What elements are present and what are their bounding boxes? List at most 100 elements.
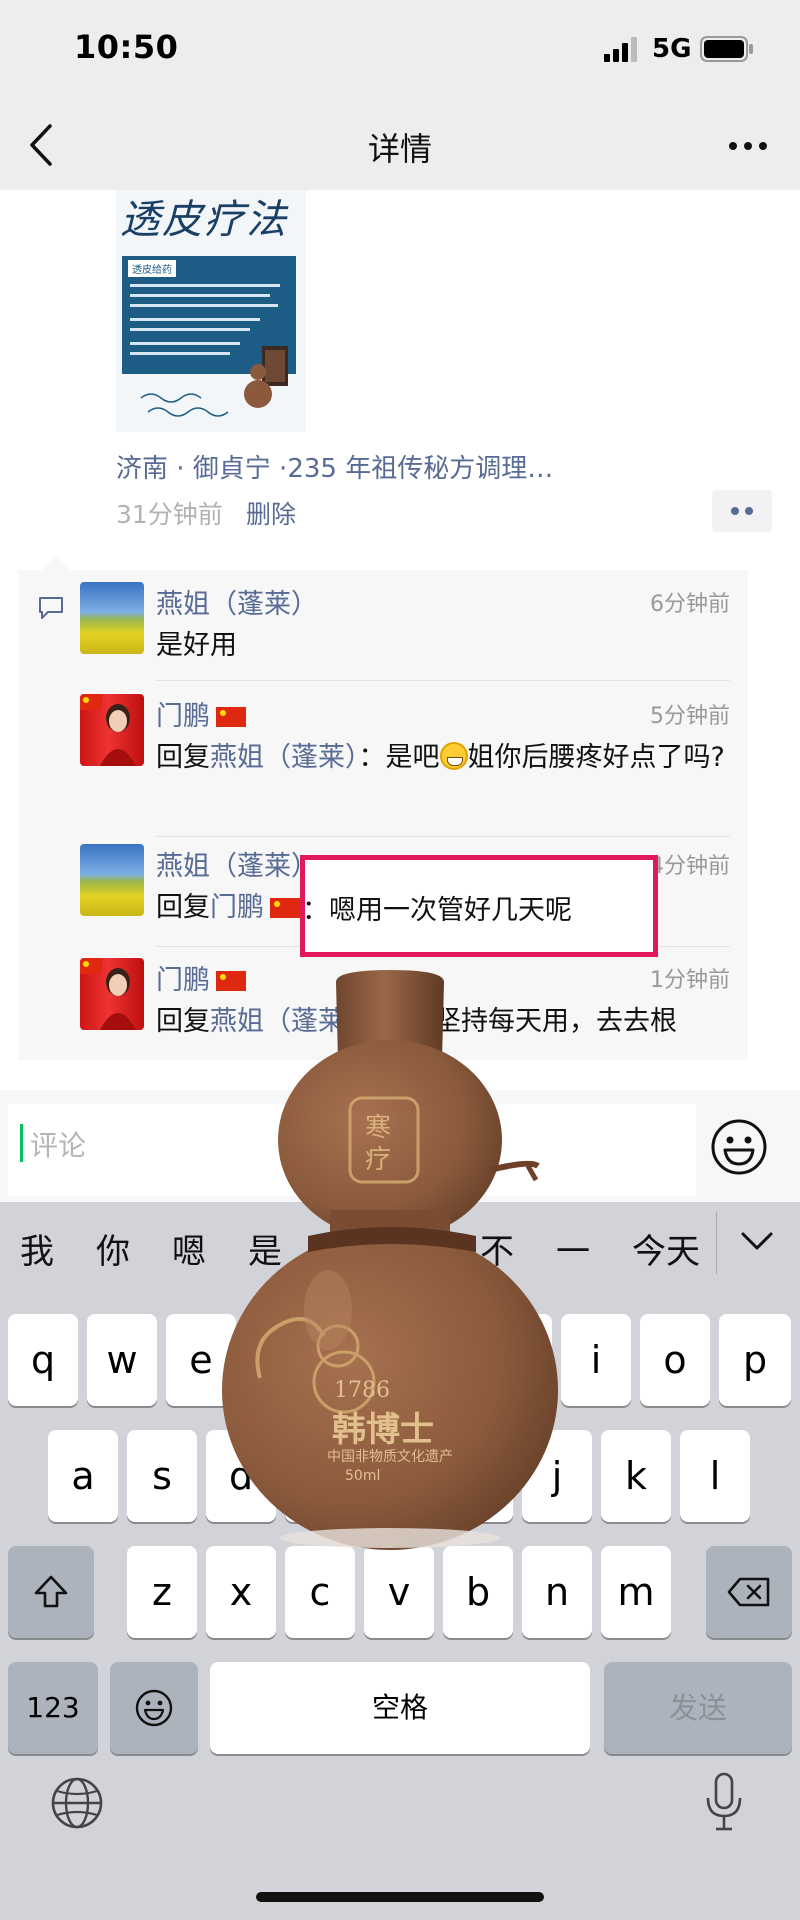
- comment-time: 6分钟前: [650, 592, 730, 617]
- reply-prefix: 回复: [156, 892, 210, 923]
- key-z[interactable]: z: [127, 1546, 197, 1638]
- emoji-icon[interactable]: [710, 1118, 768, 1176]
- reply-target-name[interactable]: 燕姐（蓬莱）: [210, 742, 359, 773]
- key-x[interactable]: x: [206, 1546, 276, 1638]
- emoji-key[interactable]: [110, 1662, 198, 1754]
- battery-icon: [700, 36, 753, 62]
- reply-target-name[interactable]: 门鹏: [210, 892, 264, 923]
- commenter-name[interactable]: 燕姐（蓬莱）: [156, 582, 318, 621]
- key-m[interactable]: m: [601, 1546, 671, 1638]
- key-i[interactable]: i: [561, 1314, 631, 1406]
- key-s[interactable]: s: [127, 1430, 197, 1522]
- poster-text-line: [130, 342, 240, 345]
- nav-bar: 详情: [0, 100, 800, 190]
- candidate-word[interactable]: 你: [96, 1224, 130, 1273]
- status-time: 10:50: [74, 28, 179, 66]
- comment-item[interactable]: 燕姐（蓬莱） 6分钟前 是好用: [80, 582, 730, 672]
- delete-link[interactable]: 删除: [246, 495, 296, 531]
- avatar-portrait-icon: [80, 694, 136, 766]
- commenter-name[interactable]: 门鹏: [156, 694, 246, 733]
- comment-divider: [156, 836, 730, 837]
- poster-text-line: [130, 284, 280, 287]
- poster-bottle-image: [244, 346, 288, 408]
- comment-time: 4分钟前: [650, 854, 730, 879]
- comment-text: 是好用: [156, 624, 730, 668]
- post-image[interactable]: 透皮疗法 透皮给药: [116, 190, 306, 432]
- poster-text-line: [130, 304, 278, 307]
- candidate-word[interactable]: 我: [20, 1224, 54, 1273]
- poster-text-line: [130, 328, 250, 331]
- post-link-text[interactable]: 济南 · 御貞宁 ·235 年祖传秘方调理…: [116, 448, 553, 485]
- avatar[interactable]: [80, 844, 144, 916]
- comment-bubble-icon: [39, 597, 63, 619]
- send-key[interactable]: 发送: [604, 1662, 792, 1754]
- commenter-name[interactable]: 燕姐（蓬莱）: [156, 844, 318, 883]
- key-q[interactable]: q: [8, 1314, 78, 1406]
- comment-body: ：是吧: [358, 742, 440, 773]
- poster-title: 透皮疗法: [120, 197, 288, 243]
- network-label: 5G: [652, 34, 692, 64]
- comment-time: 1分钟前: [650, 968, 730, 993]
- comment-input-placeholder: 评论: [30, 1129, 87, 1162]
- candidate-word[interactable]: 今天: [632, 1224, 700, 1273]
- comment-text: 回复燕姐（蓬莱）：是吧 姐你后腰疼好点了吗?: [156, 736, 730, 780]
- backspace-key[interactable]: [706, 1546, 792, 1638]
- comment-divider: [156, 680, 730, 681]
- comment-panel-arrow: [42, 556, 70, 570]
- emoji-key-icon: [135, 1689, 173, 1727]
- poster-text-line: [130, 352, 230, 355]
- china-flag-icon: [270, 898, 300, 918]
- more-actions-button[interactable]: [712, 490, 772, 532]
- reply-prefix: 回复: [156, 742, 210, 773]
- page-title: 详情: [367, 130, 432, 168]
- key-k[interactable]: k: [601, 1430, 671, 1522]
- commenter-name-text: 门鹏: [156, 701, 210, 732]
- candidate-word[interactable]: 嗯: [172, 1224, 206, 1273]
- more-options-icon[interactable]: [728, 140, 768, 152]
- status-bar: 10:50 5G: [0, 0, 800, 100]
- space-key[interactable]: 空格: [210, 1662, 590, 1754]
- numbers-key[interactable]: 123: [8, 1662, 98, 1754]
- text-cursor: [20, 1124, 23, 1162]
- candidate-word[interactable]: 一: [556, 1224, 590, 1273]
- home-indicator: [256, 1892, 544, 1902]
- bottle-volume: 50ml: [345, 1468, 381, 1484]
- comment-time: 5分钟前: [650, 704, 730, 729]
- commenter-name-text: 门鹏: [156, 965, 210, 996]
- poster-panel-heading: 透皮给药: [128, 260, 176, 277]
- key-w[interactable]: w: [87, 1314, 157, 1406]
- key-v[interactable]: v: [364, 1546, 434, 1638]
- backspace-icon: [727, 1577, 770, 1607]
- avatar-portrait-icon: [80, 958, 136, 1030]
- comment-body-continued: 姐你后腰疼好点了吗?: [467, 742, 725, 773]
- key-a[interactable]: a: [48, 1430, 118, 1522]
- key-o[interactable]: o: [640, 1314, 710, 1406]
- candidate-divider: [716, 1212, 717, 1274]
- highlighted-comment-text: ：嗯用一次管好几天呢: [302, 895, 572, 926]
- key-b[interactable]: b: [443, 1546, 513, 1638]
- globe-icon[interactable]: [50, 1776, 104, 1830]
- reply-prefix: 回复: [156, 1006, 210, 1037]
- key-p[interactable]: p: [719, 1314, 791, 1406]
- key-n[interactable]: n: [522, 1546, 592, 1638]
- comment-item[interactable]: 门鹏 5分钟前 回复燕姐（蓬莱）：是吧 姐你后腰疼好点了吗?: [80, 694, 730, 824]
- bottle-brand: 韩博士: [332, 1410, 434, 1450]
- chevron-down-icon[interactable]: [740, 1230, 774, 1252]
- microphone-icon[interactable]: [704, 1772, 744, 1832]
- avatar[interactable]: [80, 582, 144, 654]
- two-dots-icon: [731, 507, 753, 515]
- post-time: 31分钟前: [116, 500, 223, 529]
- poster-handwriting: [140, 393, 229, 417]
- key-l[interactable]: l: [680, 1430, 750, 1522]
- bottle-year: 1786: [334, 1378, 390, 1403]
- poster-text-line: [130, 318, 260, 321]
- poster-text-line: [130, 294, 270, 297]
- avatar[interactable]: [80, 694, 144, 766]
- bottle-subtitle: 中国非物质文化遗产: [327, 1449, 453, 1465]
- shift-arrow-icon: [34, 1575, 68, 1608]
- key-c[interactable]: c: [285, 1546, 355, 1638]
- grin-emoji-icon: [439, 742, 468, 770]
- china-flag-icon: [216, 707, 246, 727]
- avatar[interactable]: [80, 958, 144, 1030]
- shift-key[interactable]: [8, 1546, 94, 1638]
